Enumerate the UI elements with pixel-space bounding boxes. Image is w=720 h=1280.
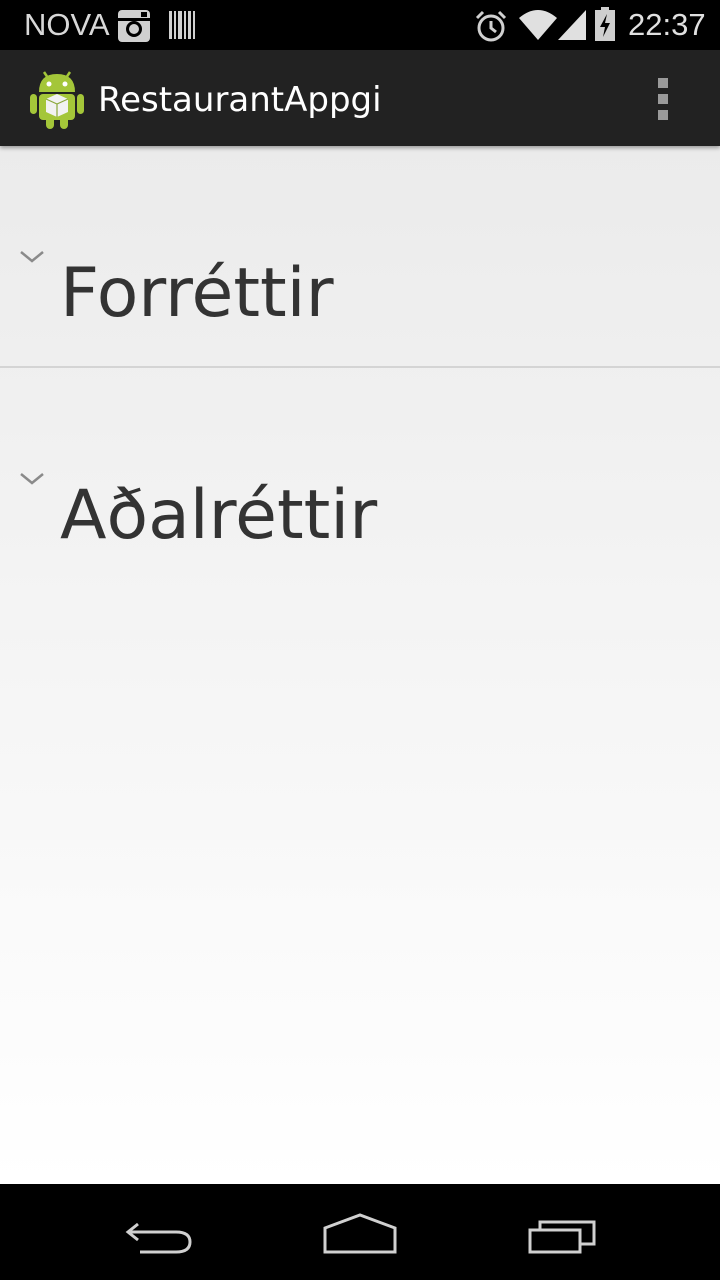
home-icon[interactable] (322, 1212, 398, 1254)
carrier-name: NOVA (24, 7, 110, 42)
alarm-icon (475, 10, 507, 42)
list-group-forrettir[interactable]: Forréttir (0, 146, 720, 368)
battery-charging-icon (595, 7, 615, 41)
instagram-icon (118, 10, 150, 42)
signal-icon (558, 10, 586, 40)
app-title: RestaurantAppgi (98, 80, 382, 120)
overflow-menu-button[interactable] (644, 72, 684, 124)
expandable-list: Forréttir Aðalréttir (0, 146, 720, 1184)
group-label: Forréttir (60, 254, 334, 333)
chevron-down-icon (20, 251, 44, 263)
android-icon[interactable] (28, 66, 86, 130)
overflow-menu-icon (658, 110, 668, 120)
status-clock: 22:37 (628, 7, 706, 42)
overflow-menu-icon (658, 94, 668, 104)
back-icon[interactable] (124, 1216, 196, 1256)
overflow-menu-icon (658, 78, 668, 88)
chevron-down-icon (20, 473, 44, 485)
list-group-adalrettir[interactable]: Aðalréttir (0, 368, 720, 588)
status-bar: NOVA 22:37 (0, 0, 720, 50)
wifi-icon (519, 10, 557, 40)
recents-icon[interactable] (526, 1216, 598, 1256)
group-label: Aðalréttir (60, 476, 378, 555)
barcode-icon (169, 11, 195, 39)
